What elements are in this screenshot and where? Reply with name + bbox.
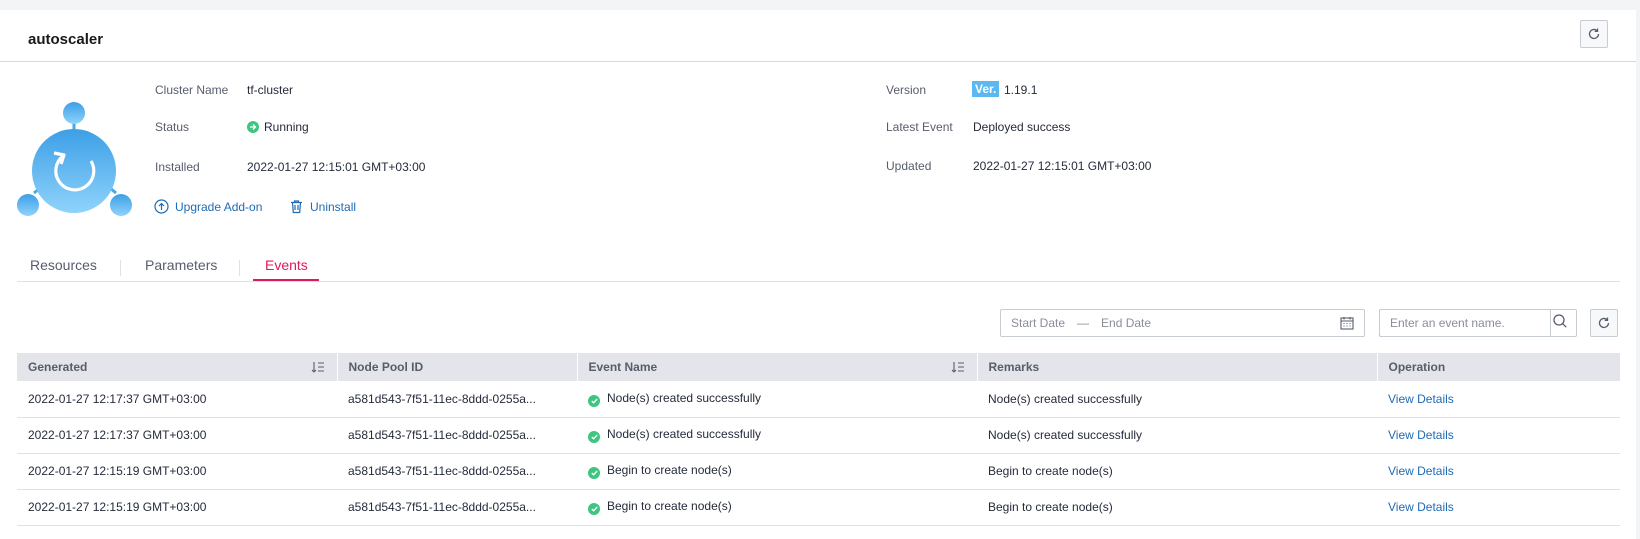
cell-node-pool-id: a581d543-7f51-11ec-8ddd-0255a... <box>337 381 577 418</box>
right-scroll-strip <box>1636 10 1640 539</box>
top-bar <box>0 0 1640 10</box>
version-badge: Ver. <box>972 81 1000 97</box>
view-details-link[interactable]: View Details <box>1388 464 1454 478</box>
column-header-node-pool-id: Node Pool ID <box>337 353 578 381</box>
event-name-text: Begin to create node(s) <box>607 499 732 513</box>
tab-separator <box>239 260 240 276</box>
calendar-icon <box>1340 317 1354 330</box>
date-range-picker[interactable]: Start Date — End Date <box>1000 309 1365 337</box>
tab-resources[interactable]: Resources <box>30 257 97 273</box>
cell-generated: 2022-01-27 12:15:19 GMT+03:00 <box>17 453 337 490</box>
success-icon <box>588 503 600 515</box>
cell-generated: 2022-01-27 12:17:37 GMT+03:00 <box>17 381 337 418</box>
cell-remarks: Node(s) created successfully <box>977 381 1377 418</box>
view-details-link[interactable]: View Details <box>1388 428 1454 442</box>
view-details-link[interactable]: View Details <box>1388 500 1454 514</box>
cell-node-pool-id: a581d543-7f51-11ec-8ddd-0255a... <box>337 417 577 454</box>
column-header-generated[interactable]: Generated <box>17 353 338 381</box>
sort-icon[interactable] <box>311 361 325 373</box>
column-header-event-name[interactable]: Event Name <box>577 353 978 381</box>
updated-value: 2022-01-27 12:15:01 GMT+03:00 <box>973 159 1152 173</box>
column-header-remarks: Remarks <box>977 353 1378 381</box>
column-header-label: Generated <box>28 360 88 374</box>
cell-operation: View Details <box>1377 417 1620 454</box>
cell-generated: 2022-01-27 12:15:19 GMT+03:00 <box>17 489 337 526</box>
tab-bar: Resources Parameters Events <box>17 252 1620 282</box>
view-details-link[interactable]: View Details <box>1388 392 1454 406</box>
cell-operation: View Details <box>1377 381 1620 418</box>
version-value: 1.19.1 <box>1004 83 1038 97</box>
uninstall-label: Uninstall <box>310 199 357 214</box>
status-label: Status <box>155 120 190 134</box>
event-name-text: Node(s) created successfully <box>607 390 762 405</box>
events-table: Generated Node Pool ID Event Name Remark… <box>17 353 1620 526</box>
event-search-input[interactable] <box>1379 309 1551 337</box>
tab-separator <box>120 260 121 276</box>
version-label: Version <box>886 83 927 97</box>
installed-label: Installed <box>155 160 200 174</box>
header-refresh-button[interactable] <box>1580 20 1608 48</box>
search-icon[interactable] <box>1552 313 1568 329</box>
column-header-label: Remarks <box>988 360 1040 374</box>
cell-event-name: Node(s) created successfully <box>577 381 977 418</box>
tab-events[interactable]: Events <box>265 257 308 273</box>
upgrade-addon-link[interactable]: Upgrade Add-on <box>154 199 262 214</box>
latest-event-value: Deployed success <box>973 120 1071 134</box>
refresh-icon <box>1588 28 1600 40</box>
sort-icon[interactable] <box>951 361 965 373</box>
upgrade-addon-label: Upgrade Add-on <box>175 199 263 214</box>
cell-node-pool-id: a581d543-7f51-11ec-8ddd-0255a... <box>337 489 577 526</box>
installed-value: 2022-01-27 12:15:01 GMT+03:00 <box>247 160 426 174</box>
start-date-placeholder: Start Date <box>1011 316 1066 330</box>
cell-event-name: Begin to create node(s) <box>577 453 977 490</box>
success-icon <box>588 394 600 407</box>
cell-operation: View Details <box>1377 489 1620 526</box>
table-refresh-button[interactable] <box>1590 309 1618 337</box>
cell-event-name: Node(s) created successfully <box>577 417 977 454</box>
latest-event-label: Latest Event <box>886 120 953 134</box>
cell-operation: View Details <box>1377 453 1620 490</box>
upgrade-icon <box>154 199 169 214</box>
cell-remarks: Begin to create node(s) <box>977 453 1377 490</box>
status-value: Running <box>264 120 309 134</box>
cluster-name-value: tf-cluster <box>247 83 294 97</box>
event-name-text: Begin to create node(s) <box>607 463 732 477</box>
cell-remarks: Begin to create node(s) <box>977 489 1377 526</box>
success-icon <box>588 431 600 443</box>
table-row: 2022-01-27 12:15:19 GMT+03:00 a581d543-7… <box>17 489 1620 526</box>
table-row: 2022-01-27 12:17:37 GMT+03:00 a581d543-7… <box>17 381 1620 418</box>
cell-event-name: Begin to create node(s) <box>577 489 977 526</box>
uninstall-link[interactable]: Uninstall <box>289 199 356 214</box>
addon-logo-icon <box>17 102 132 216</box>
trash-icon <box>291 200 302 214</box>
cluster-name-label: Cluster Name <box>155 83 229 97</box>
cell-generated: 2022-01-27 12:17:37 GMT+03:00 <box>17 417 337 454</box>
table-row: 2022-01-27 12:17:37 GMT+03:00 a581d543-7… <box>17 417 1620 454</box>
status-indicator: Running <box>247 120 309 134</box>
page-title: autoscaler <box>28 31 104 48</box>
column-header-operation: Operation <box>1377 353 1620 381</box>
range-separator: — <box>1077 316 1090 330</box>
refresh-icon <box>1598 317 1610 329</box>
cell-node-pool-id: a581d543-7f51-11ec-8ddd-0255a... <box>337 453 577 490</box>
column-header-label: Node Pool ID <box>348 360 424 374</box>
event-name-text: Node(s) created successfully <box>607 427 762 441</box>
active-tab-indicator <box>253 279 319 281</box>
tab-parameters[interactable]: Parameters <box>145 257 217 273</box>
updated-label: Updated <box>886 159 932 173</box>
cell-remarks: Node(s) created successfully <box>977 417 1377 454</box>
title-divider <box>0 61 1636 62</box>
running-status-icon <box>247 121 259 133</box>
column-header-label: Event Name <box>588 360 658 374</box>
table-header-row: Generated Node Pool ID Event Name Remark… <box>17 353 1620 381</box>
column-header-label: Operation <box>1388 360 1446 374</box>
success-icon <box>588 467 600 479</box>
table-row: 2022-01-27 12:15:19 GMT+03:00 a581d543-7… <box>17 453 1620 490</box>
end-date-placeholder: End Date <box>1101 316 1152 330</box>
